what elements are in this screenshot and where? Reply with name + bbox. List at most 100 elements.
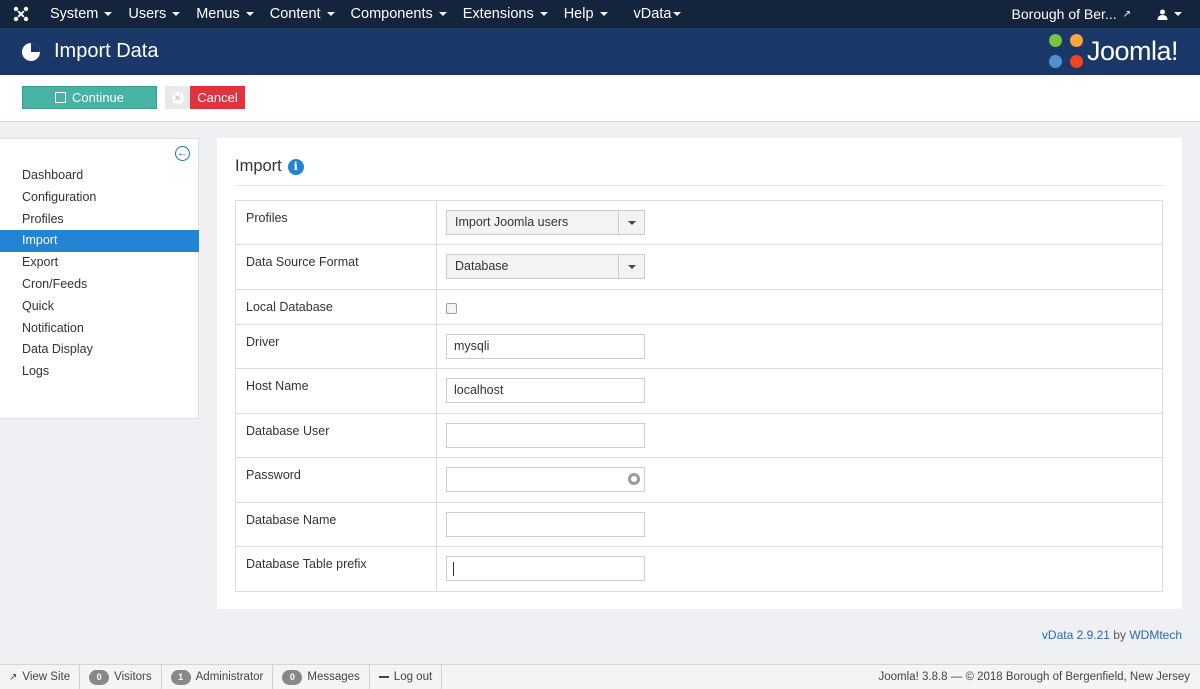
view-site-link[interactable]: ↗ View Site	[0, 664, 81, 689]
chevron-down-icon	[172, 12, 181, 16]
form-row-db-user: Database User	[235, 413, 1163, 458]
administrator-status[interactable]: 1 Administrator	[162, 664, 274, 689]
chevron-down-icon	[1174, 12, 1182, 16]
joomla-brand: Joomla!	[1048, 34, 1179, 68]
joomla-logo-icon[interactable]	[0, 0, 42, 28]
field-label: Host Name	[235, 368, 437, 414]
vendor-link[interactable]: WDMtech	[1129, 628, 1182, 642]
chevron-down-icon	[599, 12, 608, 16]
cancel-button[interactable]: ✕ Cancel	[165, 86, 245, 109]
form-row-profiles: Profiles Import Joomla users	[235, 200, 1163, 245]
messages-badge: 0	[282, 669, 303, 685]
menu-vdata[interactable]: vData	[626, 0, 690, 28]
field-label: Profiles	[235, 200, 437, 245]
database-name-input[interactable]	[446, 512, 645, 537]
edit-icon	[54, 92, 66, 103]
site-link[interactable]: Borough of Ber... ↗	[1012, 6, 1143, 22]
main-menu: System Users Menus Content Components Ex…	[42, 0, 689, 28]
joomla-brand-text: Joomla!	[1086, 35, 1179, 66]
toolbar: Continue ✕ Cancel	[0, 75, 1200, 122]
sidebar-item-data-display[interactable]: Data Display	[0, 339, 199, 361]
chevron-down-icon	[618, 255, 644, 278]
form-row-table-prefix: Database Table prefix	[235, 546, 1163, 592]
table-prefix-input[interactable]	[446, 556, 645, 581]
sidebar-item-notification[interactable]: Notification	[0, 318, 199, 340]
user-menu[interactable]	[1143, 0, 1200, 28]
visitors-status[interactable]: 0 Visitors	[80, 664, 162, 689]
form-row-format: Data Source Format Database	[235, 244, 1163, 290]
sidebar-item-configuration[interactable]: Configuration	[0, 187, 199, 209]
status-footer: ↗ View Site 0 Visitors 1 Administrator 0…	[0, 664, 1200, 689]
form-row-local-db: Local Database	[235, 289, 1163, 325]
section-title: Import i	[235, 157, 304, 176]
sidebar-item-profiles[interactable]: Profiles	[0, 209, 199, 231]
sidebar-item-export[interactable]: Export	[0, 252, 199, 274]
field-label: Data Source Format	[235, 244, 437, 290]
close-icon: ✕	[171, 91, 184, 104]
main-panel: Import i Profiles Import Joomla users Da…	[217, 138, 1182, 609]
sidebar-item-quick[interactable]: Quick	[0, 296, 199, 318]
import-form: Profiles Import Joomla users Data Source…	[235, 200, 1163, 592]
external-link-icon: ↗	[1122, 8, 1131, 20]
pie-chart-icon	[22, 42, 40, 61]
password-input[interactable]	[446, 467, 645, 492]
version-info: vData 2.9.21 by WDMtech	[1041, 628, 1182, 642]
driver-input[interactable]: mysqli	[446, 334, 645, 359]
page-header: Import Data Joomla!	[0, 28, 1200, 75]
sidebar-item-logs[interactable]: Logs	[0, 361, 199, 383]
visitors-badge: 0	[89, 669, 110, 685]
version-link[interactable]: vData 2.9.21	[1042, 628, 1110, 642]
menu-components[interactable]: Components	[343, 0, 455, 28]
copyright: Joomla! 3.8.8 — © 2018 Borough of Bergen…	[878, 671, 1190, 683]
chevron-down-icon	[618, 211, 644, 234]
field-label: Driver	[235, 324, 437, 369]
sidebar-item-cron-feeds[interactable]: Cron/Feeds	[0, 274, 199, 296]
top-navbar: System Users Menus Content Components Ex…	[0, 0, 1200, 28]
text-cursor	[453, 562, 454, 576]
sidebar: ← Dashboard Configuration Profiles Impor…	[0, 138, 199, 419]
user-icon	[1157, 9, 1168, 20]
logout-link[interactable]: Log out	[370, 664, 443, 689]
sidebar-item-import[interactable]: Import	[0, 230, 199, 253]
form-row-host: Host Name localhost	[235, 368, 1163, 414]
administrator-badge: 1	[170, 669, 191, 685]
topnav-right: Borough of Ber... ↗	[1012, 0, 1200, 28]
external-link-icon: ↗	[9, 671, 18, 683]
collapse-sidebar-icon[interactable]: ←	[175, 146, 190, 161]
menu-extensions[interactable]: Extensions	[455, 0, 556, 28]
profiles-select[interactable]: Import Joomla users	[446, 210, 645, 235]
form-row-driver: Driver mysqli	[235, 324, 1163, 369]
field-label: Password	[235, 457, 437, 503]
minus-icon	[378, 676, 389, 678]
menu-content[interactable]: Content	[262, 0, 343, 28]
page-title: Import Data	[54, 40, 159, 62]
joomla-brand-icon	[1048, 34, 1083, 68]
messages-status[interactable]: 0 Messages	[273, 664, 370, 689]
sidebar-menu: Dashboard Configuration Profiles Import …	[0, 165, 199, 383]
chevron-down-icon	[673, 12, 682, 16]
chevron-down-icon	[539, 12, 548, 16]
chevron-down-icon	[326, 12, 335, 16]
data-source-format-select[interactable]: Database	[446, 254, 645, 279]
local-database-checkbox[interactable]	[446, 303, 457, 314]
database-user-input[interactable]	[446, 423, 645, 448]
chevron-down-icon	[104, 12, 113, 16]
sidebar-item-dashboard[interactable]: Dashboard	[0, 165, 199, 187]
info-icon[interactable]: i	[287, 158, 304, 175]
host-name-input[interactable]: localhost	[446, 378, 645, 403]
continue-button[interactable]: Continue	[22, 86, 157, 109]
field-label: Database Name	[235, 502, 437, 547]
chevron-down-icon	[245, 12, 254, 16]
field-label: Database Table prefix	[235, 546, 437, 592]
field-label: Database User	[235, 413, 437, 458]
menu-help[interactable]: Help	[556, 0, 626, 28]
password-reveal-icon[interactable]	[628, 473, 640, 485]
chevron-down-icon	[438, 12, 447, 16]
divider	[235, 185, 1164, 186]
field-label: Local Database	[235, 289, 437, 325]
form-row-db-name: Database Name	[235, 502, 1163, 547]
menu-system[interactable]: System	[42, 0, 120, 28]
menu-menus[interactable]: Menus	[188, 0, 262, 28]
menu-users[interactable]: Users	[120, 0, 188, 28]
form-row-password: Password	[235, 457, 1163, 503]
